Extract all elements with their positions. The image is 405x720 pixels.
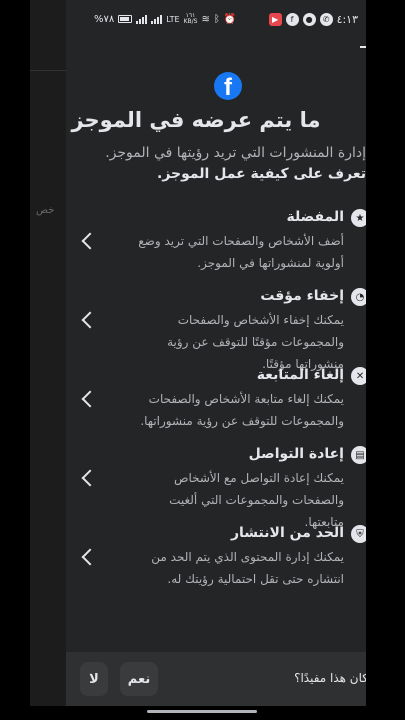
navigation-bar	[0, 706, 405, 720]
option-title: المفضلة	[286, 209, 344, 225]
shield-icon: ⛨	[351, 525, 366, 543]
facebook-logo-icon: f	[214, 72, 242, 100]
unfollow-icon: ✕	[351, 367, 366, 385]
signal-2-icon	[151, 14, 163, 24]
status-bar-right: ▶ f ● ✆ ٤:١٣	[268, 13, 358, 26]
edge-dash	[360, 46, 366, 48]
sheet-title: ما يتم عرضه في الموجز	[71, 108, 321, 132]
background-divider	[30, 70, 66, 71]
option-title: إلغاء المتابعة	[256, 367, 344, 383]
option-description: أضف الأشخاص والصفحات التي تريد وضع أولوي…	[138, 234, 344, 270]
option-title: إخفاء مؤقت	[260, 288, 344, 304]
background-panel	[30, 0, 66, 720]
option-description: يمكنك إخفاء الأشخاص والصفحات والمجموعات …	[167, 313, 344, 371]
star-icon: ★	[351, 209, 366, 227]
option-unfollow[interactable]: ✕ إلغاء المتابعة يمكنك إلغاء متابعة الأش…	[66, 367, 366, 443]
facebook-notification-icon: f	[285, 13, 299, 26]
right-black-area	[366, 0, 405, 720]
signal-icon	[136, 14, 148, 24]
battery-percent: %٧٨	[94, 13, 115, 25]
no-button[interactable]: لا	[80, 662, 108, 696]
option-title: إعادة التواصل	[248, 446, 344, 462]
feed-preferences-sheet: %٧٨ LTE ١٦١ KB/S ≋ ᛒ ⏰ ▶ f ● ✆ ٤:١٣ f ما…	[66, 0, 366, 720]
learn-more-link[interactable]: تعرف على كيفية عمل الموجز.	[157, 166, 366, 182]
option-description: يمكنك إعادة التواصل مع الأشخاص والصفحات …	[169, 471, 344, 529]
background-partial-text: خص	[36, 205, 55, 216]
chevron-left-icon	[81, 469, 99, 487]
status-bar-left: %٧٨ LTE ١٦١ KB/S ≋ ᛒ ⏰	[94, 13, 236, 25]
snooze-icon: ◔	[351, 288, 366, 306]
chevron-left-icon	[81, 548, 99, 566]
battery-icon	[118, 15, 133, 23]
option-reduce-distribution[interactable]: ⛨ الحد من الانتشار يمكنك إدارة المحتوى ا…	[66, 525, 366, 601]
chevron-left-icon	[81, 232, 99, 250]
home-gesture-handle[interactable]	[147, 710, 257, 713]
status-bar: %٧٨ LTE ١٦١ KB/S ≋ ᛒ ⏰ ▶ f ● ✆ ٤:١٣	[66, 0, 366, 44]
whatsapp-notification-icon: ✆	[319, 13, 333, 26]
bluetooth-icon: ᛒ	[213, 13, 220, 25]
option-description: يمكنك إدارة المحتوى الذي يتم الحد من انت…	[151, 550, 344, 586]
network-type: LTE	[166, 14, 180, 24]
messenger-notification-icon: ●	[302, 13, 316, 26]
option-snooze[interactable]: ◔ إخفاء مؤقت يمكنك إخفاء الأشخاص والصفحا…	[66, 288, 366, 371]
chevron-left-icon	[81, 311, 99, 329]
alarm-icon: ⏰	[223, 13, 237, 25]
option-favorites[interactable]: ★ المفضلة أضف الأشخاص والصفحات التي تريد…	[66, 209, 366, 285]
feedback-question: كان هذا مفيدًا؟	[294, 671, 366, 685]
youtube-notification-icon: ▶	[268, 13, 282, 26]
wifi-icon: ≋	[201, 13, 210, 25]
sheet-subtitle: إدارة المنشورات التي تريد رؤيتها في المو…	[74, 143, 366, 185]
reconnect-icon: ▤	[351, 446, 366, 464]
feedback-bar: لا نعم كان هذا مفيدًا؟	[66, 652, 366, 706]
yes-button[interactable]: نعم	[120, 662, 158, 696]
option-title: الحد من الانتشار	[230, 525, 344, 541]
option-reconnect[interactable]: ▤ إعادة التواصل يمكنك إعادة التواصل مع ا…	[66, 446, 366, 529]
chevron-left-icon	[81, 390, 99, 408]
network-speed: ١٦١ KB/S	[183, 12, 198, 25]
subtitle-text: إدارة المنشورات التي تريد رؤيتها في المو…	[105, 145, 366, 161]
option-description: يمكنك إلغاء متابعة الأشخاص والصفحات والم…	[140, 392, 344, 428]
clock: ٤:١٣	[336, 13, 358, 26]
